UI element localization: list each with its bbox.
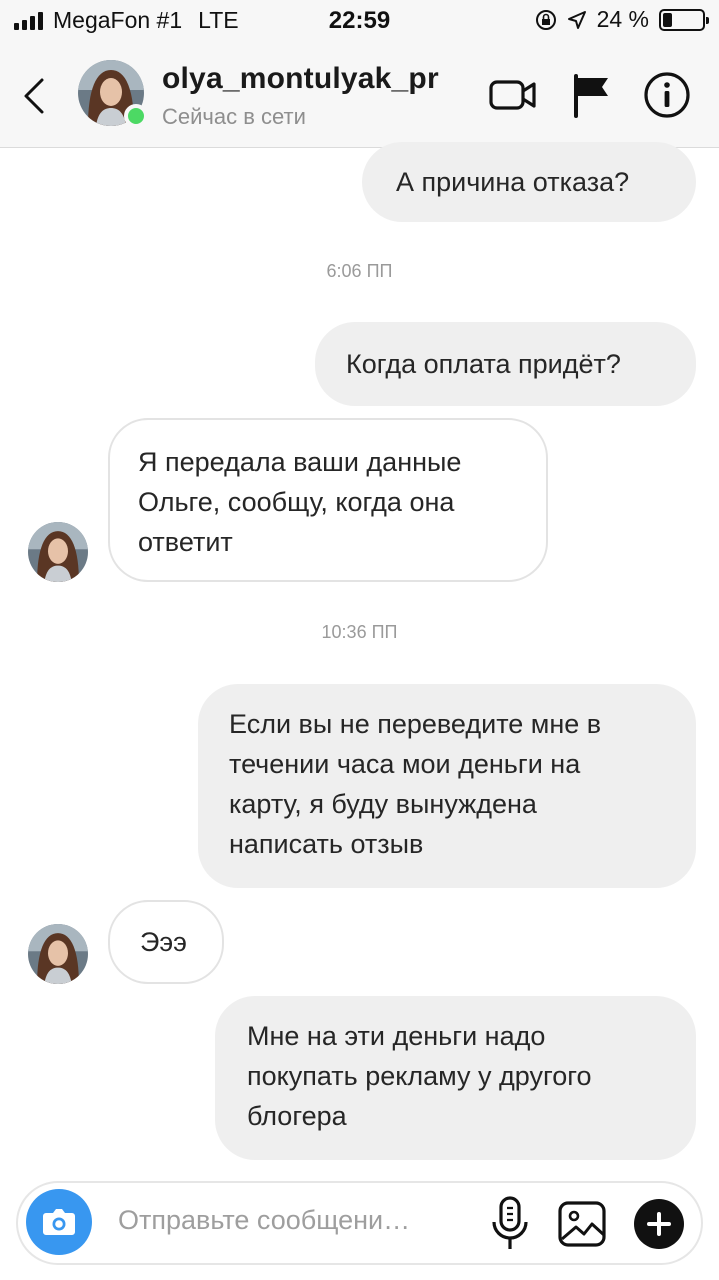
timestamp: 6:06 ПП (326, 261, 393, 281)
microphone-icon[interactable] (488, 1195, 532, 1253)
location-arrow-icon (567, 10, 586, 29)
message-line: покупать рекламу у другого (247, 1061, 592, 1091)
message-line: Ольге, сообщу, когда она (138, 487, 455, 517)
message-line: течении часа мои деньги на (229, 749, 581, 779)
message-outgoing[interactable]: А причина отказа? (362, 142, 696, 222)
message-line: Если вы не переведите мне в (229, 709, 602, 739)
gallery-icon[interactable] (556, 1197, 610, 1251)
presence-status: Сейчас в сети (162, 104, 306, 129)
message-text: Эээ (140, 927, 187, 957)
timestamp: 10:36 ПП (321, 622, 398, 642)
message-input[interactable] (118, 1205, 458, 1236)
info-icon[interactable] (642, 70, 692, 120)
message-incoming[interactable]: Я передала ваши данные Ольге, сообщу, ко… (108, 418, 548, 582)
camera-button[interactable] (26, 1189, 92, 1255)
sender-avatar[interactable] (28, 522, 88, 582)
chat-header: olya_montulyak_pr Сейчас в сети (0, 40, 719, 148)
message-incoming[interactable]: Эээ (108, 900, 224, 984)
message-outgoing[interactable]: Когда оплата придёт? (315, 322, 696, 406)
chat-username[interactable]: olya_montulyak_pr (162, 62, 439, 96)
profile-avatar[interactable] (78, 60, 148, 128)
message-text: А причина отказа? (396, 167, 630, 197)
status-bar: MegaFon #1 LTE 22:59 24 % (0, 0, 719, 40)
message-text: Когда оплата придёт? (346, 349, 621, 379)
status-right: 24 % (535, 6, 709, 33)
more-options-button[interactable] (634, 1199, 684, 1249)
online-indicator (124, 104, 148, 128)
battery-fill (663, 12, 673, 27)
rotation-lock-icon (535, 9, 556, 30)
video-call-icon[interactable] (488, 70, 538, 120)
battery-icon (659, 8, 709, 31)
message-line: написать отзыв (229, 829, 424, 859)
message-line: блогера (247, 1101, 347, 1131)
message-outgoing[interactable]: Мне на эти деньги надо покупать рекламу … (215, 996, 696, 1160)
camera-icon (43, 1209, 75, 1235)
message-line: ответит (138, 527, 233, 557)
back-chevron-icon[interactable] (20, 76, 50, 116)
flag-icon[interactable] (568, 70, 618, 120)
plus-icon (647, 1212, 671, 1236)
sender-avatar[interactable] (28, 924, 88, 984)
message-outgoing[interactable]: Если вы не переведите мне в течении часа… (198, 684, 696, 888)
message-line: Я передала ваши данные (138, 447, 462, 477)
battery-percent: 24 % (596, 6, 649, 32)
message-line: карту, я буду вынуждена (229, 789, 537, 819)
message-line: Мне на эти деньги надо (247, 1021, 546, 1051)
message-composer (16, 1181, 703, 1265)
